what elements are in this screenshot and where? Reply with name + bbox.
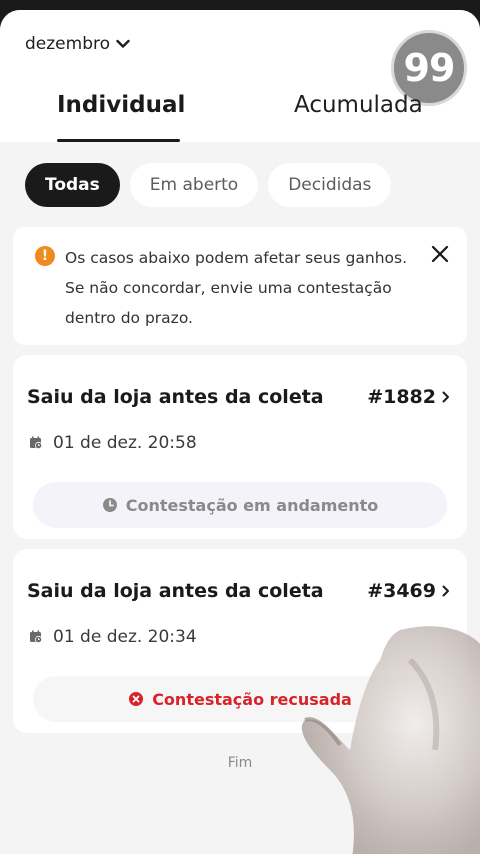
case-card[interactable]: Saiu da loja antes da coleta #1882 01 de… bbox=[13, 355, 467, 539]
case-card[interactable]: Saiu da loja antes da coleta #3469 01 de… bbox=[13, 549, 467, 733]
chevron-down-icon bbox=[116, 39, 130, 48]
month-selector[interactable]: dezembro bbox=[25, 34, 130, 54]
header-area: dezembro 99 Individual Acumulada bbox=[0, 10, 480, 142]
status-badge: Contestação recusada bbox=[33, 676, 447, 722]
case-datetime: 01 de dez. 20:58 bbox=[53, 433, 197, 453]
case-id-link[interactable]: #1882 bbox=[367, 386, 450, 408]
filter-decididas[interactable]: Decididas bbox=[268, 163, 392, 207]
case-id: #3469 bbox=[367, 580, 436, 602]
case-datetime-row: 01 de dez. 20:58 bbox=[29, 433, 197, 453]
chevron-right-icon bbox=[442, 585, 449, 597]
calendar-clock-icon bbox=[30, 630, 43, 644]
notice-banner: ! Os casos abaixo podem afetar seus ganh… bbox=[13, 227, 467, 345]
notice-text: Os casos abaixo podem afetar seus ganhos… bbox=[65, 249, 408, 327]
status-text: Contestação recusada bbox=[152, 689, 352, 709]
case-title: Saiu da loja antes da coleta bbox=[27, 580, 324, 602]
tab-bar: Individual Acumulada bbox=[0, 92, 480, 142]
case-datetime: 01 de dez. 20:34 bbox=[53, 627, 197, 647]
calendar-clock-icon bbox=[30, 436, 43, 450]
filter-todas[interactable]: Todas bbox=[25, 163, 120, 207]
warning-icon: ! bbox=[35, 246, 55, 266]
x-circle-icon bbox=[129, 692, 144, 706]
status-text: Contestação em andamento bbox=[125, 495, 379, 515]
tab-individual[interactable]: Individual bbox=[57, 92, 185, 118]
status-badge: Contestação em andamento bbox=[33, 482, 447, 528]
clock-icon bbox=[102, 498, 117, 512]
filter-em-aberto[interactable]: Em aberto bbox=[129, 163, 259, 207]
logo-text: 99 bbox=[403, 46, 456, 90]
month-label: dezembro bbox=[25, 34, 110, 54]
close-icon[interactable] bbox=[431, 245, 449, 263]
chevron-right-icon bbox=[442, 391, 449, 403]
case-id: #1882 bbox=[367, 386, 436, 408]
tab-acumulada[interactable]: Acumulada bbox=[294, 92, 423, 118]
case-title: Saiu da loja antes da coleta bbox=[27, 386, 324, 408]
case-datetime-row: 01 de dez. 20:34 bbox=[29, 627, 197, 647]
filter-chips: Todas Em aberto Decididas bbox=[25, 163, 392, 207]
active-tab-indicator bbox=[57, 139, 180, 142]
case-id-link[interactable]: #3469 bbox=[367, 580, 450, 602]
list-end-label: Fim bbox=[227, 755, 253, 771]
earnings-sheet: dezembro 99 Individual Acumulada Todas E… bbox=[0, 10, 480, 854]
